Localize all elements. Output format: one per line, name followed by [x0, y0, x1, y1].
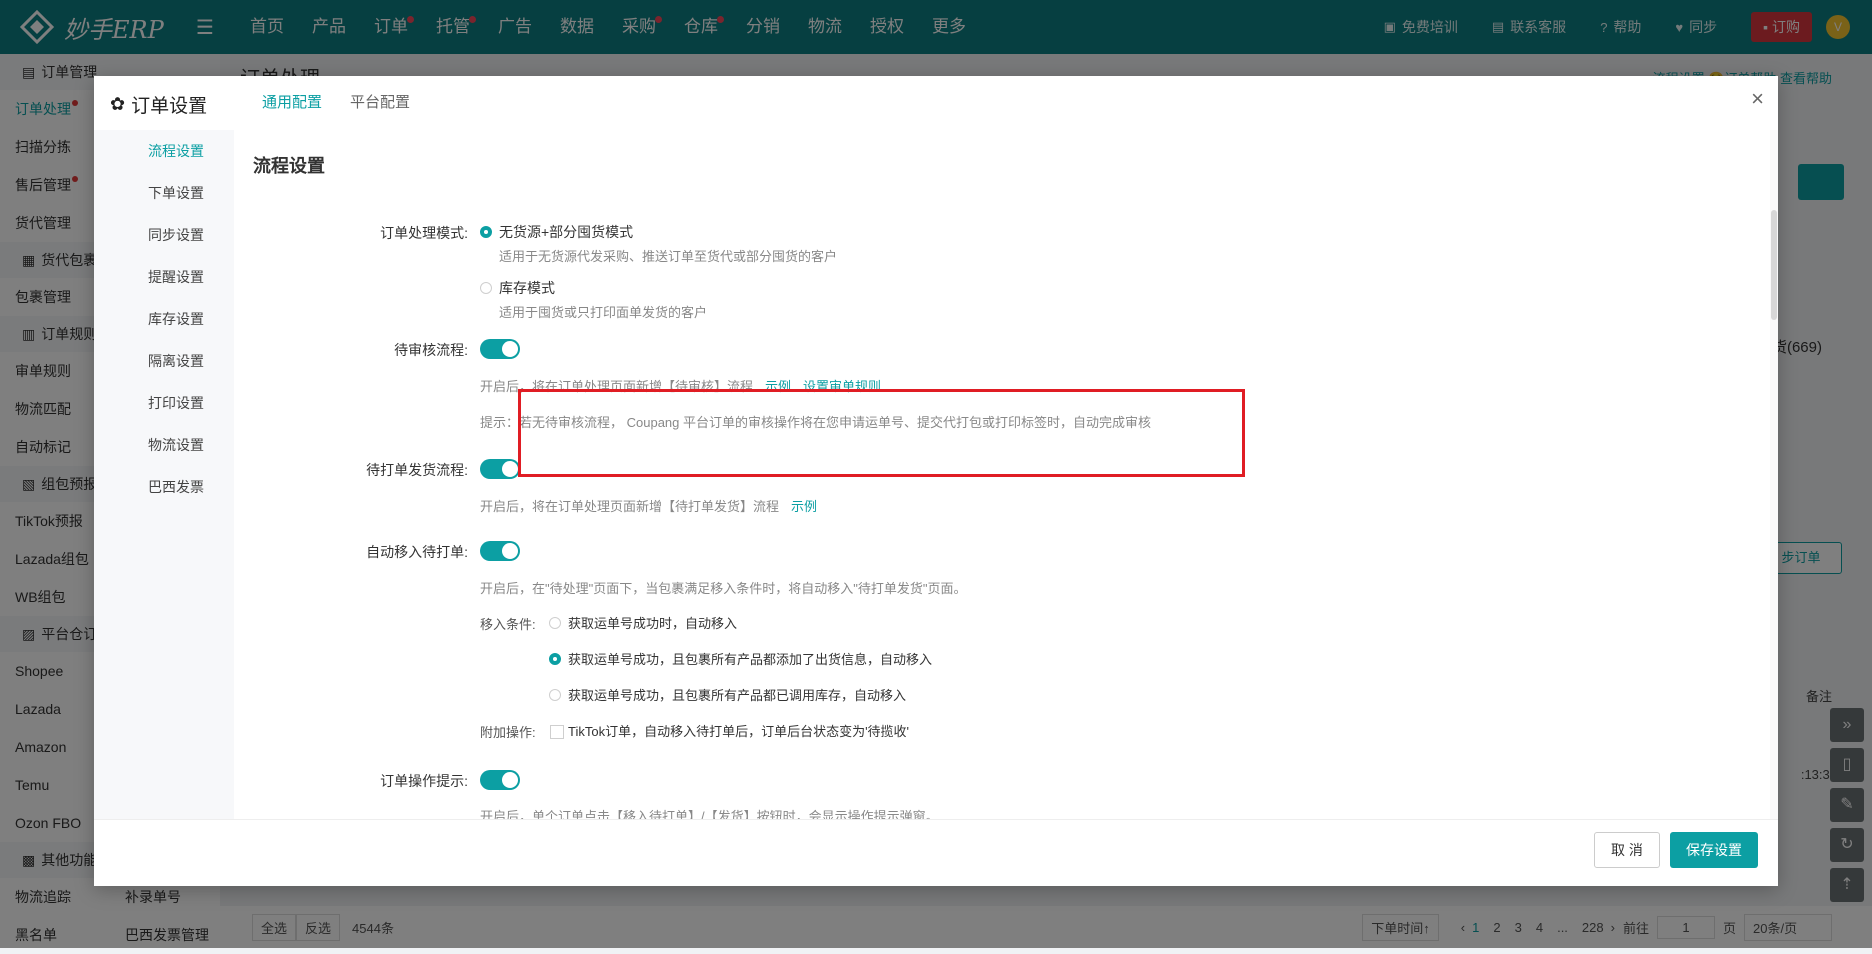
review-flow-label: 待审核流程:: [394, 342, 468, 358]
menu-reminder-settings[interactable]: 提醒设置: [94, 256, 234, 298]
mode-option-dropship[interactable]: 无货源+部分囤货模式: [499, 222, 633, 242]
mode-label: 订单处理模式:: [380, 225, 468, 241]
auto-move-toggle[interactable]: [480, 541, 520, 561]
save-settings-button[interactable]: 保存设置: [1670, 832, 1758, 868]
modal-title: ✿ 订单设置: [110, 94, 208, 117]
close-icon[interactable]: ×: [1751, 86, 1764, 112]
tab-platform[interactable]: 平台配置: [336, 76, 424, 130]
print-ship-label: 待打单发货流程:: [366, 462, 468, 478]
tiktok-extra-option[interactable]: TikTok订单，自动移入待打单后，订单后台状态变为'待揽收': [568, 721, 909, 740]
mode-option-stock[interactable]: 库存模式: [499, 278, 555, 298]
settings-tabs: 通用配置 平台配置: [248, 76, 424, 130]
order-settings-modal: ✿ 订单设置 通用配置 平台配置 × 流程设置 下单设置 同步设置 提醒设置 库…: [94, 76, 1778, 886]
op-tip-hint: 开启后，单个订单点击【移入待打单】/【发货】按钮时，会显示操作提示弹窗。: [480, 809, 939, 820]
condition-option-2[interactable]: 获取运单号成功，且包裹所有产品都添加了出货信息，自动移入: [568, 649, 932, 668]
modal-footer: 取 消 保存设置: [94, 819, 1778, 886]
modal-header: ✿ 订单设置 通用配置 平台配置 ×: [94, 76, 1778, 130]
condition-option-1[interactable]: 获取运单号成功时，自动移入: [568, 613, 737, 632]
menu-stock-settings[interactable]: 库存设置: [94, 298, 234, 340]
mode-radio-dropship[interactable]: [480, 226, 492, 238]
print-ship-example-link[interactable]: 示例: [791, 499, 817, 514]
mode-option-stock-hint: 适用于囤货或只打印面单发货的客户: [499, 305, 708, 320]
print-ship-toggle[interactable]: [480, 459, 520, 479]
extra-action-label: 附加操作:: [480, 725, 536, 740]
highlight-box: [518, 389, 1245, 477]
menu-sync-settings[interactable]: 同步设置: [94, 214, 234, 256]
condition-option-3[interactable]: 获取运单号成功，且包裹所有产品都已调用库存，自动移入: [568, 685, 906, 704]
section-title: 流程设置: [253, 156, 325, 176]
modal-scrollbar[interactable]: [1770, 130, 1778, 820]
tiktok-checkbox[interactable]: [550, 725, 564, 739]
tab-general[interactable]: 通用配置: [248, 76, 336, 130]
menu-order-settings[interactable]: 下单设置: [94, 172, 234, 214]
print-ship-hint: 开启后，将在订单处理页面新增【待打单发货】流程 示例: [480, 499, 818, 514]
condition-radio-1[interactable]: [549, 617, 561, 629]
op-tip-label: 订单操作提示:: [380, 773, 468, 789]
menu-logistics-settings[interactable]: 物流设置: [94, 424, 234, 466]
settings-content: 流程设置 订单处理模式: 无货源+部分囤货模式 适用于无货源代发采购、推送订单至…: [234, 130, 1752, 820]
condition-radio-3[interactable]: [549, 689, 561, 701]
cancel-button[interactable]: 取 消: [1594, 832, 1660, 868]
condition-radio-2[interactable]: [549, 653, 561, 665]
move-condition-label: 移入条件:: [480, 617, 536, 632]
menu-flow-settings[interactable]: 流程设置: [94, 130, 234, 172]
auto-move-label: 自动移入待打单:: [366, 544, 468, 560]
menu-print-settings[interactable]: 打印设置: [94, 382, 234, 424]
menu-brazil-invoice[interactable]: 巴西发票: [94, 466, 234, 508]
menu-isolation-settings[interactable]: 隔离设置: [94, 340, 234, 382]
op-tip-toggle[interactable]: [480, 770, 520, 790]
auto-move-hint: 开启后，在"待处理"页面下，当包裹满足移入条件时，将自动移入"待打单发货"页面。: [480, 581, 967, 596]
settings-side-menu: 流程设置 下单设置 同步设置 提醒设置 库存设置 隔离设置 打印设置 物流设置 …: [94, 130, 234, 820]
mode-option-dropship-hint: 适用于无货源代发采购、推送订单至货代或部分囤货的客户: [499, 249, 838, 264]
mode-radio-stock[interactable]: [480, 282, 492, 294]
scrollbar-thumb[interactable]: [1771, 210, 1777, 320]
gear-icon: ✿: [110, 94, 126, 114]
review-flow-toggle[interactable]: [480, 339, 520, 359]
